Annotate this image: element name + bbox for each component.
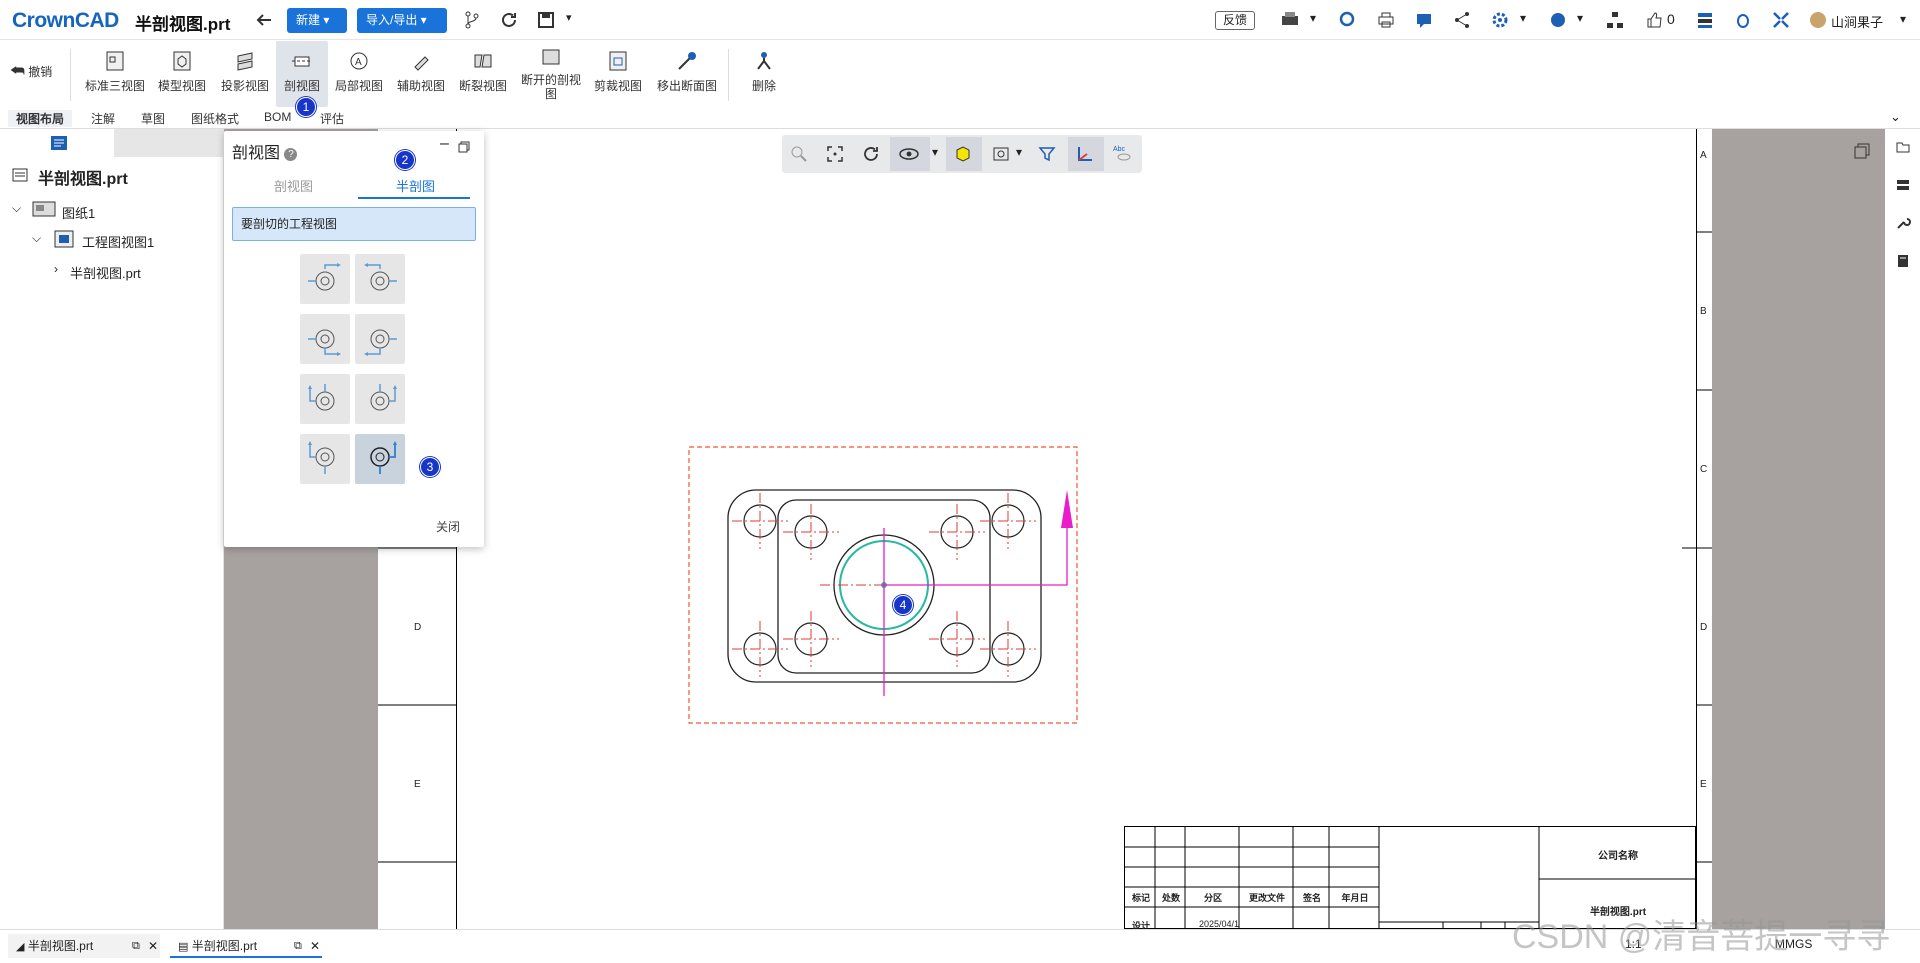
tab-half-section[interactable]: 半剖图 bbox=[396, 176, 435, 195]
half-section-type-icon bbox=[370, 441, 397, 474]
step-badge: 2 bbox=[395, 150, 415, 170]
document-tab-active[interactable]: ▤ 半剖视图.prt ⧉ ✕ bbox=[170, 934, 322, 958]
section-arrow-icon bbox=[1061, 490, 1073, 528]
half-section-option-1[interactable] bbox=[300, 254, 350, 304]
watermark-text: CSDN @清音菩提一寻寻 bbox=[1512, 918, 1891, 956]
step-badge: 3 bbox=[420, 457, 440, 477]
tb-header: 处数 bbox=[1161, 893, 1180, 903]
half-section-option-7[interactable] bbox=[300, 434, 350, 484]
tab-close-icon[interactable]: ✕ bbox=[148, 934, 158, 958]
tab-close-icon[interactable]: ✕ bbox=[310, 934, 320, 958]
tb-header: 年月日 bbox=[1341, 893, 1369, 903]
document-tab[interactable]: ◢ 半剖视图.prt ⧉ ✕ bbox=[8, 934, 160, 958]
dialog-title: 剖视图 ? bbox=[232, 139, 298, 163]
step-badge: 4 bbox=[893, 595, 913, 615]
minimize-icon[interactable]: – bbox=[440, 135, 449, 153]
tb-date: 2025/04/1 bbox=[1199, 919, 1240, 929]
half-section-type-icon bbox=[308, 441, 335, 474]
tab-restore-icon[interactable]: ⧉ bbox=[294, 934, 302, 958]
document-tab-label: 半剖视图.prt bbox=[191, 939, 258, 953]
half-section-type-icon bbox=[308, 384, 335, 411]
half-section-option-4[interactable] bbox=[355, 314, 405, 364]
section-target-selection[interactable]: 要剖切的工程视图 bbox=[232, 207, 476, 241]
active-tab-underline bbox=[358, 197, 470, 199]
dialog-title-text: 剖视图 bbox=[232, 145, 281, 162]
half-section-type-icon bbox=[308, 329, 341, 356]
section-view-dialog: 剖视图 ? – 剖视图 半剖图 要剖切的工程视图 关闭 bbox=[224, 131, 484, 547]
half-section-type-icon bbox=[370, 384, 397, 411]
tb-header: 标记 bbox=[1131, 893, 1150, 903]
half-section-type-icon bbox=[308, 263, 341, 291]
half-section-option-5[interactable] bbox=[300, 374, 350, 424]
document-tab-label: 半剖视图.prt bbox=[27, 939, 94, 953]
half-section-type-icon bbox=[364, 329, 397, 356]
help-icon[interactable]: ? bbox=[284, 148, 298, 161]
popout-icon[interactable] bbox=[458, 141, 470, 153]
tb-header: 签名 bbox=[1302, 893, 1321, 903]
half-section-option-6[interactable] bbox=[355, 374, 405, 424]
drawing-tab-icon: ▤ bbox=[178, 941, 189, 953]
tb-company-name: 公司名称 bbox=[1598, 851, 1638, 862]
half-section-option-8-selected[interactable] bbox=[355, 434, 405, 484]
step-badge: 1 bbox=[296, 97, 316, 117]
close-button[interactable]: 关闭 bbox=[436, 518, 460, 535]
tab-restore-icon[interactable]: ⧉ bbox=[132, 934, 140, 958]
tb-header: 分区 bbox=[1203, 893, 1222, 903]
tb-header: 更改文件 bbox=[1248, 893, 1285, 903]
tab-section-view[interactable]: 剖视图 bbox=[274, 176, 313, 195]
part-tab-icon: ◢ bbox=[16, 941, 25, 953]
half-section-option-3[interactable] bbox=[300, 314, 350, 364]
half-section-option-2[interactable] bbox=[355, 254, 405, 304]
half-section-type-icon bbox=[364, 263, 397, 291]
